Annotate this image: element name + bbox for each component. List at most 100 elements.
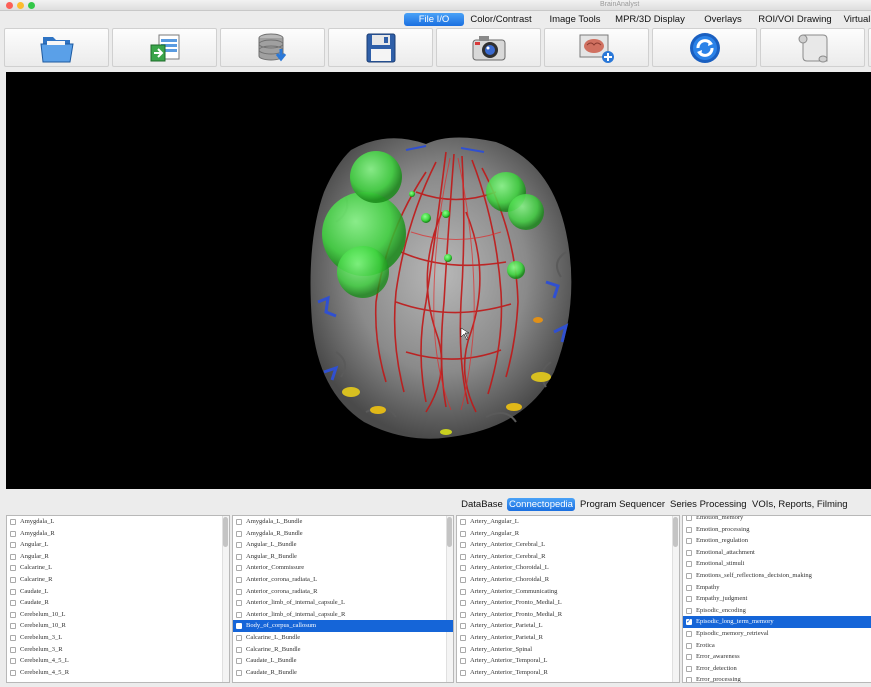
checkbox[interactable] (10, 634, 16, 641)
tab-file-io[interactable]: File I/O (404, 13, 464, 26)
list-item[interactable]: Empathy (683, 582, 871, 594)
list-item[interactable]: Amygdala_R (7, 528, 229, 540)
list-item[interactable]: Artery_Anterior_Fronto_Medial_R (457, 609, 679, 621)
checkbox[interactable] (236, 565, 242, 572)
list-item[interactable]: Artery_Anterior_Temporal_R (457, 667, 679, 679)
list-item[interactable]: Artery_Anterior_Communicating (457, 586, 679, 598)
checkbox[interactable] (686, 526, 692, 533)
checkbox[interactable] (686, 665, 692, 672)
checkbox[interactable] (236, 588, 242, 595)
list-item[interactable]: Cerebelum_3_R (7, 644, 229, 656)
checkbox[interactable] (236, 530, 242, 537)
checkbox[interactable] (686, 516, 692, 521)
list-item[interactable]: Error_awareness (683, 651, 871, 663)
checkbox[interactable] (460, 565, 466, 572)
list-item[interactable]: Episodic_memory_retrieval (683, 628, 871, 640)
list-item[interactable]: Angular_R (7, 551, 229, 563)
list-item[interactable]: Emotion_processing (683, 524, 871, 536)
list-item[interactable]: Caudate_L_Bundle (233, 655, 453, 667)
checkbox[interactable] (236, 623, 242, 630)
list-item[interactable]: Cerebelum_10_R (7, 620, 229, 632)
checkbox[interactable] (686, 677, 692, 682)
list-item[interactable]: Anterior_corona_radiata_L (233, 574, 453, 586)
checkbox[interactable] (460, 669, 466, 676)
checkbox[interactable] (686, 654, 692, 661)
snapshot-button[interactable] (436, 28, 541, 67)
checkbox[interactable] (10, 623, 16, 630)
checkbox[interactable] (10, 600, 16, 607)
checkbox[interactable] (686, 596, 692, 603)
checkbox[interactable] (236, 658, 242, 665)
list-item[interactable]: Episodic_encoding (683, 605, 871, 617)
list-item[interactable]: Emotional_stimuli (683, 558, 871, 570)
tab-vois-reports-filming[interactable]: VOIs, Reports, Filming (752, 498, 848, 511)
checkbox[interactable] (460, 634, 466, 641)
list-item[interactable]: Caudate_R (7, 597, 229, 609)
checkbox[interactable] (460, 658, 466, 665)
tab-connectopedia[interactable]: Connectopedia (507, 498, 575, 511)
zoom-window-button[interactable] (28, 2, 35, 9)
checkbox[interactable] (686, 572, 692, 579)
list-item[interactable]: Calcarine_L_Bundle (233, 632, 453, 644)
list-item[interactable]: Artery_Anterior_Temporal_L (457, 655, 679, 667)
checkbox[interactable] (460, 519, 466, 525)
list-item[interactable]: Body_of_corpus_callosum (233, 620, 453, 632)
tab-image-tools[interactable]: Image Tools (546, 13, 604, 26)
list-item[interactable]: Emotional_attachment (683, 547, 871, 559)
checkbox[interactable] (10, 565, 16, 572)
checkbox[interactable] (686, 630, 692, 637)
refresh-button[interactable] (652, 28, 757, 67)
script-button[interactable] (760, 28, 865, 67)
list-item[interactable]: Artery_Angular_L (457, 516, 679, 528)
checkbox[interactable] (10, 669, 16, 676)
list-item[interactable]: Empathy_judgment (683, 593, 871, 605)
checkbox[interactable] (236, 646, 242, 653)
list-item[interactable]: Calcarine_L (7, 562, 229, 574)
add-brain-button[interactable] (544, 28, 649, 67)
checkbox[interactable] (10, 519, 16, 525)
database-download-button[interactable] (220, 28, 325, 67)
checkbox[interactable] (10, 542, 16, 549)
list-item[interactable]: Calcarine_R (7, 574, 229, 586)
checkbox[interactable] (460, 576, 466, 583)
checkbox[interactable] (686, 607, 692, 614)
checkbox[interactable] (686, 584, 692, 591)
list-item[interactable]: Artery_Anterior_Cerebral_L (457, 539, 679, 551)
functions-list[interactable]: Emotion_memory Emotion_processing Emotion_… (682, 515, 871, 683)
checkbox[interactable] (236, 669, 242, 676)
save-button[interactable] (328, 28, 433, 67)
arteries-list[interactable]: Artery_Angular_L Artery_Angular_R Artery_A… (456, 515, 680, 683)
list-item[interactable]: Angular_L_Bundle (233, 539, 453, 551)
checkbox[interactable] (10, 611, 16, 618)
tab-overlays[interactable]: Overlays (701, 13, 745, 26)
list-item[interactable]: Caudate_R_Bundle (233, 667, 453, 679)
checkbox[interactable] (460, 646, 466, 653)
list-item[interactable]: Cerebelum_4_5_L (7, 655, 229, 667)
3d-viewer[interactable] (6, 72, 871, 489)
checkbox[interactable] (460, 542, 466, 549)
list-item[interactable]: Artery_Anterior_Parietal_R (457, 632, 679, 644)
checkbox[interactable] (236, 600, 242, 607)
list-item[interactable]: Angular_L (7, 539, 229, 551)
checkbox[interactable] (236, 542, 242, 549)
list-item[interactable]: Amygdala_R_Bundle (233, 528, 453, 540)
checkbox[interactable] (686, 549, 692, 556)
checkbox[interactable] (460, 530, 466, 537)
checkbox[interactable] (686, 561, 692, 568)
list-item[interactable]: Cerebelum_4_5_R (7, 667, 229, 679)
list-item[interactable]: Error_detection (683, 663, 871, 675)
tab-virtual[interactable]: Virtual (841, 13, 871, 26)
list-item[interactable]: Artery_Anterior_Spinal (457, 644, 679, 656)
checkbox[interactable] (236, 634, 242, 641)
bundles-list[interactable]: Amygdala_L_Bundle Amygdala_R_Bundle Angula… (232, 515, 454, 683)
checkbox[interactable] (460, 600, 466, 607)
checkbox[interactable] (10, 646, 16, 653)
list-item[interactable]: Amygdala_L (7, 516, 229, 528)
list-item[interactable]: Calcarine_R_Bundle (233, 644, 453, 656)
checkbox[interactable] (10, 588, 16, 595)
list-item[interactable]: Artery_Anterior_Parietal_L (457, 620, 679, 632)
checkbox[interactable] (686, 642, 692, 649)
list-item[interactable]: Emotions_self_reflections_decision_makin… (683, 570, 871, 582)
list-item[interactable]: Anterior_limb_of_internal_capsule_L (233, 597, 453, 609)
checkbox[interactable] (460, 553, 466, 560)
